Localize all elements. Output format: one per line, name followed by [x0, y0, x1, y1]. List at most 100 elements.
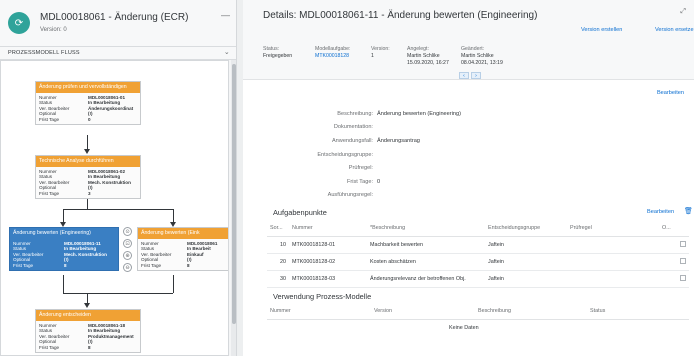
details-title: Details: MDL00018061-11 - Änderung bewer…: [263, 10, 538, 21]
node-row-label: Frist Tage: [39, 344, 60, 350]
form-label: Entscheidungsgruppe:: [317, 151, 373, 158]
node-details: Nummer MDL00018061-18 Status In Bearbeitung…: [36, 321, 140, 353]
nav-next-button[interactable]: ›: [471, 72, 481, 79]
column-header[interactable]: Prüfregel: [567, 220, 659, 237]
table-cell-number: MTK00018128-01: [289, 236, 367, 254]
minimize-button[interactable]: —: [221, 10, 230, 20]
node-row-label: Frist Tage: [13, 262, 34, 268]
task-link[interactable]: MTK00018128: [315, 53, 350, 60]
optional-checkbox[interactable]: [680, 257, 686, 264]
trash-icon[interactable]: 🗑: [684, 207, 693, 215]
flow-node-check-change[interactable]: Änderung prüfen und vervollständigen Num…: [35, 81, 141, 126]
object-version: Version: 0: [40, 27, 67, 33]
column-header[interactable]: Nummer: [289, 220, 367, 237]
table-row[interactable]: 10 MTK00018128-01 Machbarkeit bewerten Jaft…: [267, 236, 689, 254]
table-cell-sort: 20: [267, 253, 289, 271]
node-title: Änderung prüfen und vervollständigen: [36, 82, 140, 93]
form-label: Frist Tage:: [346, 178, 373, 185]
node-row: Frist Tage 0: [39, 117, 137, 123]
table-cell-desc: Änderungsrelevanz der betroffenen Obj.: [367, 270, 485, 288]
column-header[interactable]: Nummer: [267, 303, 371, 320]
column-header[interactable]: Sor...: [267, 220, 289, 237]
column-header[interactable]: Status: [587, 303, 689, 320]
table-cell-group: Jaftein: [485, 236, 567, 254]
node-details: Nummer MDL00018061 Status In Bearbeit Ver. B…: [138, 239, 228, 271]
table-cell-group: Jaftein: [485, 270, 567, 288]
details-header: Details: MDL00018061-11 - Änderung bewer…: [243, 0, 694, 80]
zoom-in-icon[interactable]: ⊕: [123, 251, 132, 260]
form-label: Beschreibung:: [337, 110, 373, 117]
edit-tasks-button[interactable]: Bearbeiten: [647, 209, 674, 215]
table-cell-rule: [567, 253, 659, 271]
table-cell-group: Jaftein: [485, 253, 567, 271]
details-pane: Details: MDL00018061-11 - Änderung bewer…: [243, 0, 694, 356]
overview-icon[interactable]: ⊡: [123, 239, 132, 248]
edit-details-button[interactable]: Bearbeiten: [657, 90, 684, 96]
node-row: Frist Tage 8: [13, 263, 115, 269]
table-header-row: Nummer Version Beschreibung Status: [267, 303, 689, 320]
node-row: Frist Tage 8: [39, 345, 137, 351]
process-model-pane: ⟳ MDL00018061 - Änderung (ECR) Version: …: [0, 0, 237, 356]
column-header[interactable]: Beschreibung: [475, 303, 587, 320]
node-title: Änderung bewerten (Eink: [138, 228, 228, 239]
replace-version-button[interactable]: Version ersetze: [655, 27, 694, 33]
details-form: Beschreibung: Änderung bewerten (Engineer…: [273, 107, 673, 202]
tasks-table: Sor... Nummer *Beschreibung Entscheidungsgr…: [267, 220, 689, 288]
nav-prev-button[interactable]: ‹: [459, 72, 469, 79]
flow-node-evaluate-purchasing[interactable]: Änderung bewerten (Eink Nummer MDL0001806…: [137, 227, 228, 272]
meta-task: Modellaufgabe: MTK00018128: [315, 46, 351, 60]
meta-status: Status: Freigegeben: [263, 46, 293, 59]
zoom-out-icon[interactable]: ⊖: [123, 263, 132, 272]
node-title: Änderung entscheiden: [36, 310, 140, 321]
flow-node-evaluate-engineering[interactable]: Änderung bewerten (Engineering) Nummer MD…: [9, 227, 119, 272]
table-cell-sort: 30: [267, 270, 289, 288]
table-cell-desc: Machbarkeit bewerten: [367, 236, 485, 254]
process-flow-header[interactable]: PROZESSMODELL FLUSS ⌄: [0, 46, 236, 60]
form-row: Dokumentation:: [273, 121, 673, 135]
meta-created: Angelegt: Martin Schlike 15.09.2020, 16:…: [407, 46, 449, 66]
form-row: Ausführungsregel:: [273, 189, 673, 203]
optional-checkbox[interactable]: [680, 240, 686, 247]
column-header[interactable]: Version: [371, 303, 475, 320]
column-header[interactable]: *Beschreibung: [367, 220, 485, 237]
flow-node-decide-change[interactable]: Änderung entscheiden Nummer MDL00018061-1…: [35, 309, 141, 354]
node-row-value: 8: [88, 344, 91, 350]
process-flow-canvas[interactable]: Änderung prüfen und vervollständigen Num…: [0, 60, 229, 356]
chevron-down-icon[interactable]: ⌄: [224, 48, 230, 56]
expand-icon[interactable]: ⤢: [680, 8, 686, 16]
no-data-text: Keine Daten: [449, 325, 479, 331]
column-header[interactable]: Entscheidungsgruppe: [485, 220, 567, 237]
form-value: 0: [377, 178, 381, 185]
form-label: Dokumentation:: [333, 124, 373, 131]
form-value: Änderung bewerten (Engineering): [377, 110, 461, 117]
canvas-scrollbar[interactable]: [231, 60, 236, 356]
create-version-button[interactable]: Version erstellen: [581, 27, 622, 33]
form-value: Änderungsantrag: [377, 137, 420, 144]
table-cell-optional: [659, 236, 689, 254]
node-details: Nummer MDL00018061-02 Status In Bearbeitung…: [36, 167, 140, 199]
table-row[interactable]: 20 MTK00018128-02 Kosten abschätzen Jaftein: [267, 253, 689, 271]
column-header[interactable]: O...: [659, 220, 689, 237]
table-cell-desc: Kosten abschätzen: [367, 253, 485, 271]
table-cell-number: MTK00018128-02: [289, 253, 367, 271]
object-header: ⟳ MDL00018061 - Änderung (ECR) Version: …: [0, 0, 236, 46]
node-row: Frist Tage 8: [141, 262, 228, 269]
form-row: Beschreibung: Änderung bewerten (Engineer…: [273, 107, 673, 121]
meta-changed: Geändert: Martin Schlike 08.04.2021, 13:…: [461, 46, 503, 66]
node-row-value: 3: [88, 190, 91, 196]
node-row-value: 8: [64, 262, 67, 268]
table-row[interactable]: 30 MTK00018128-03 Änderungsrelevanz der be…: [267, 270, 689, 288]
node-title: Änderung bewerten (Engineering): [10, 228, 118, 239]
flow-node-technical-analysis[interactable]: Technische Analyse durchführen Nummer MDL…: [35, 155, 141, 200]
optional-checkbox[interactable]: [680, 274, 686, 281]
form-row: Anwendungsfall: Änderungsantrag: [273, 134, 673, 148]
table-cell-sort: 10: [267, 236, 289, 254]
node-row-value: 8: [187, 262, 190, 268]
node-row-value: 0: [88, 116, 91, 122]
form-label: Anwendungsfall:: [331, 137, 373, 144]
scroll-thumb[interactable]: [232, 64, 236, 324]
form-label: Ausführungsregel:: [327, 192, 373, 199]
zoom-fit-icon[interactable]: ⊙: [123, 227, 132, 236]
workflow-icon: ⟳: [8, 12, 30, 34]
table-cell-rule: [567, 270, 659, 288]
